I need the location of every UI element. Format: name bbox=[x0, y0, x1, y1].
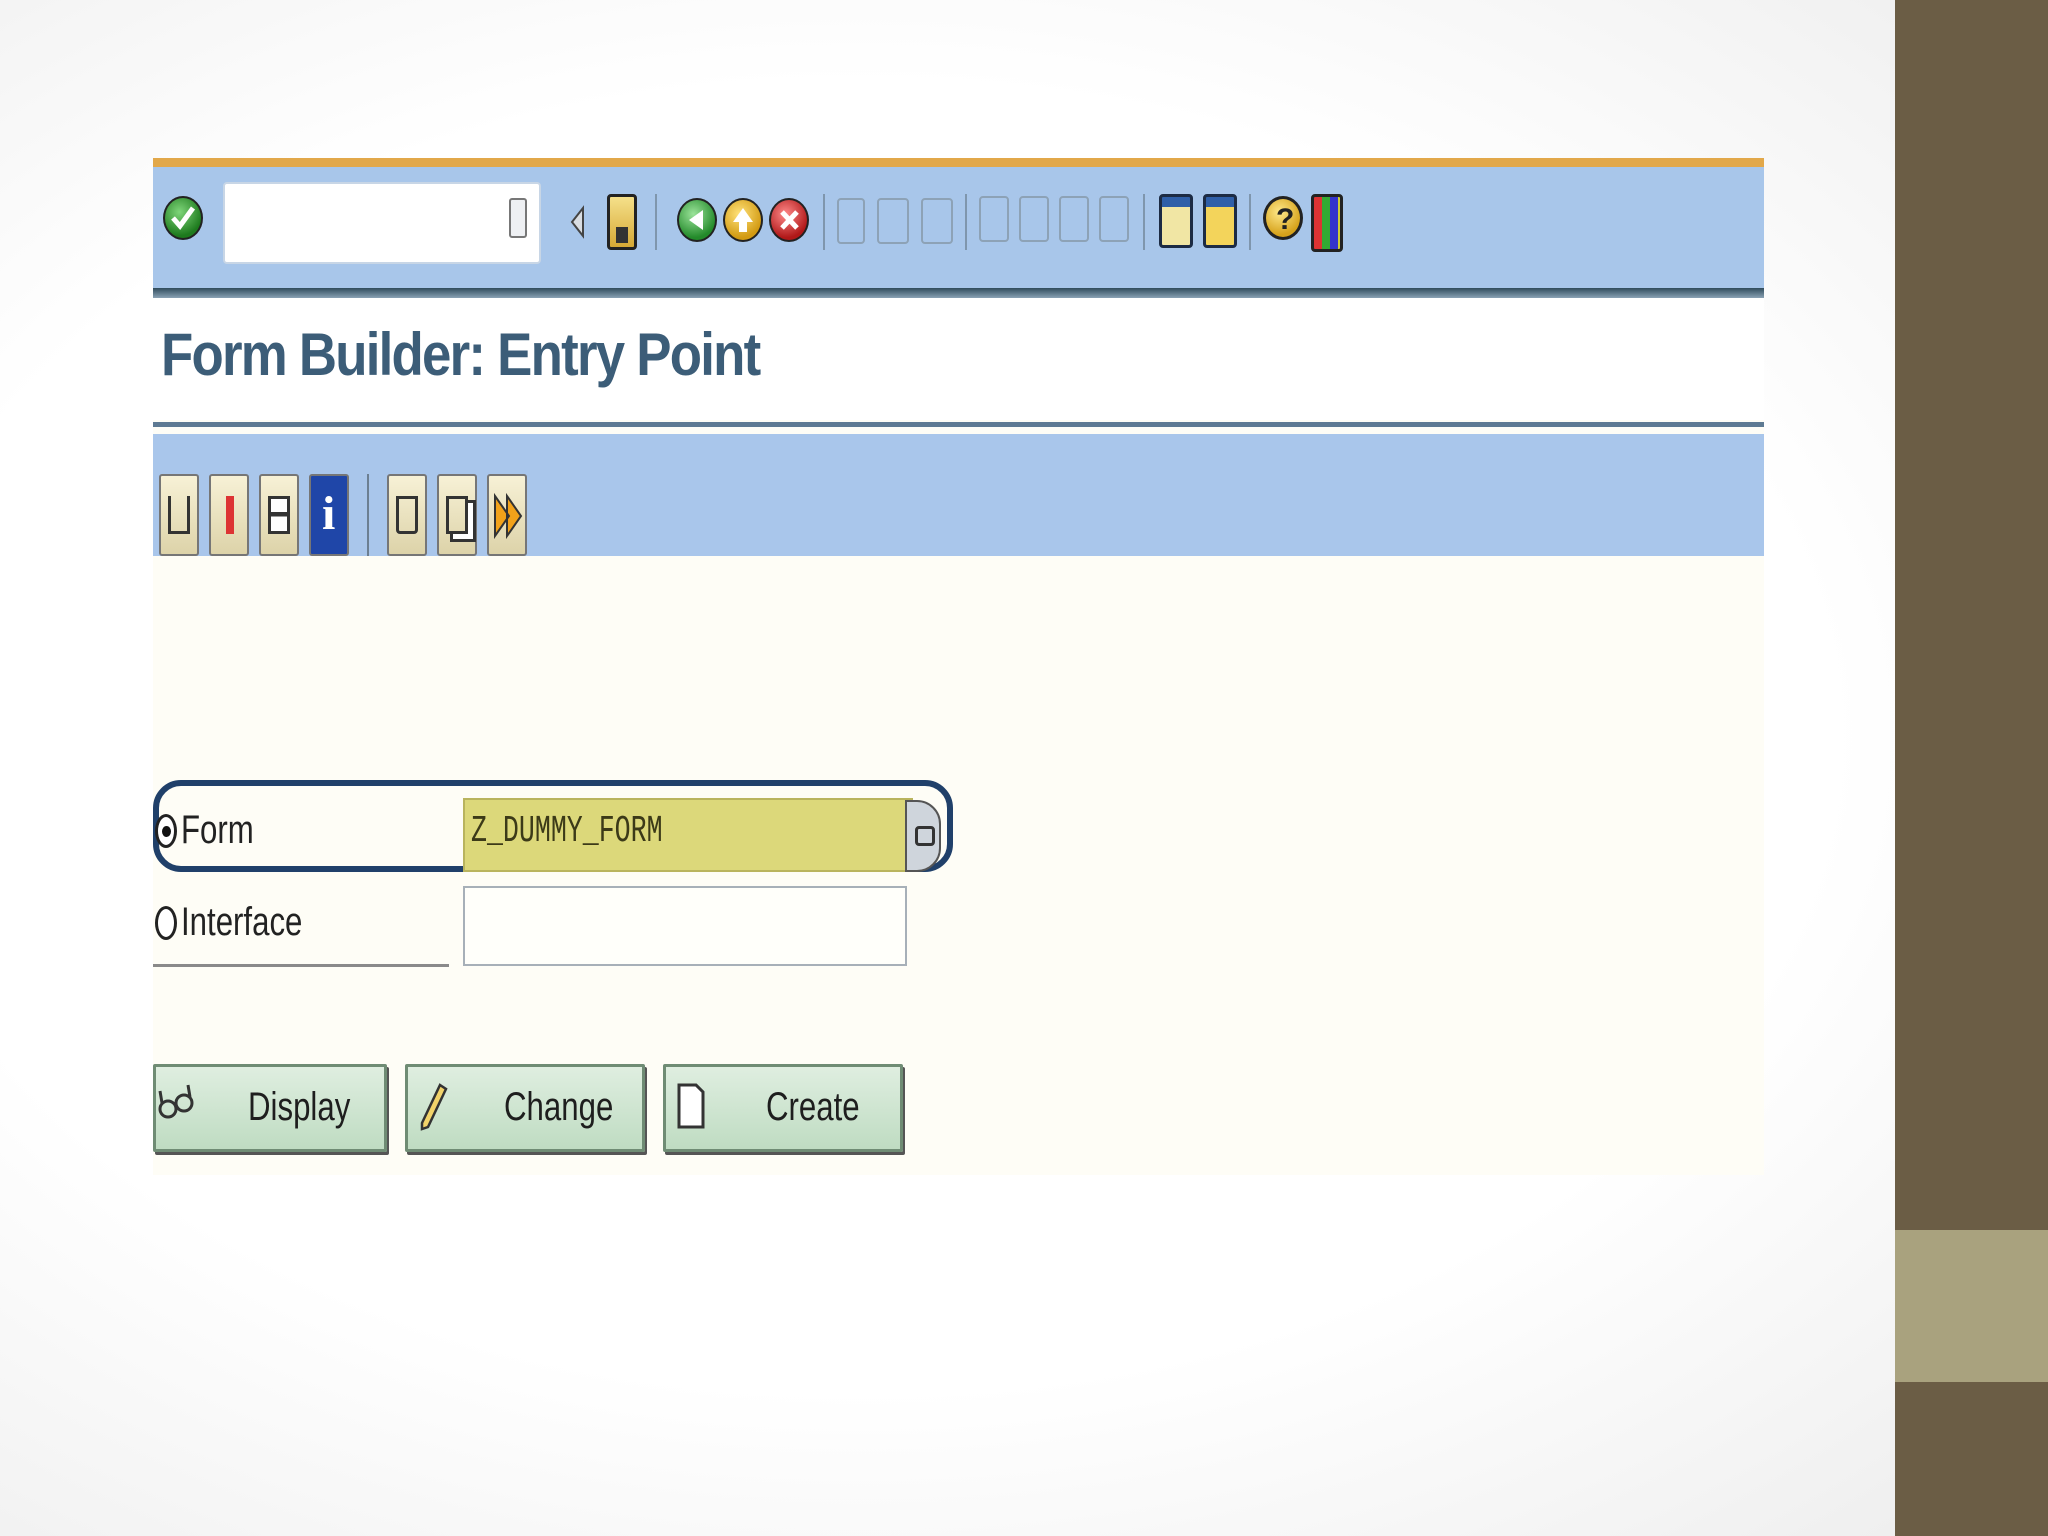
change-button[interactable]: Change bbox=[405, 1064, 645, 1152]
find-icon[interactable] bbox=[877, 198, 909, 244]
toolbar-separator bbox=[965, 194, 967, 250]
next-page-icon[interactable] bbox=[1059, 196, 1089, 242]
collapse-command-icon[interactable] bbox=[569, 204, 585, 240]
delete-icon[interactable] bbox=[387, 474, 427, 556]
back-icon[interactable] bbox=[677, 198, 717, 242]
change-button-label: Change bbox=[504, 1085, 614, 1129]
title-divider bbox=[153, 422, 1764, 427]
new-document-icon bbox=[676, 1081, 706, 1143]
pencil-icon bbox=[418, 1081, 448, 1143]
sap-window: ? Form Builder: Entry Point i Form Z_DUM… bbox=[153, 158, 1764, 1175]
create-button-label: Create bbox=[766, 1085, 860, 1129]
help-icon[interactable]: ? bbox=[1263, 196, 1303, 240]
value-help-button[interactable] bbox=[905, 800, 941, 872]
form-radio[interactable] bbox=[155, 814, 177, 848]
last-page-icon[interactable] bbox=[1099, 196, 1129, 242]
slide-side-accent bbox=[1895, 1230, 2048, 1382]
form-label: Form bbox=[181, 808, 254, 852]
test-icon[interactable] bbox=[259, 474, 299, 556]
toolbar-separator bbox=[823, 194, 825, 250]
cancel-icon[interactable] bbox=[769, 198, 809, 242]
customize-layout-icon[interactable] bbox=[1311, 194, 1343, 252]
pin-icon[interactable] bbox=[209, 474, 249, 556]
interface-radio[interactable] bbox=[155, 906, 177, 940]
application-toolbar: i bbox=[153, 434, 1764, 556]
find-next-icon[interactable] bbox=[921, 198, 953, 244]
toolbar-separator bbox=[367, 474, 369, 556]
shortcut-icon[interactable] bbox=[1203, 194, 1237, 248]
page-title: Form Builder: Entry Point bbox=[161, 321, 761, 388]
first-page-icon[interactable] bbox=[979, 196, 1009, 242]
toolbar-separator bbox=[1249, 194, 1251, 250]
create-session-icon[interactable] bbox=[1159, 194, 1193, 248]
enter-icon[interactable] bbox=[163, 196, 203, 240]
system-toolbar-border bbox=[153, 288, 1764, 298]
copy-icon[interactable] bbox=[437, 474, 477, 556]
hierarchy-icon[interactable] bbox=[159, 474, 199, 556]
exit-icon[interactable] bbox=[723, 198, 763, 242]
info-icon[interactable]: i bbox=[309, 474, 349, 556]
display-button-label: Display bbox=[248, 1085, 351, 1129]
glasses-icon bbox=[158, 1081, 194, 1135]
command-field[interactable] bbox=[223, 182, 541, 264]
create-button[interactable]: Create bbox=[663, 1064, 903, 1152]
transport-icon[interactable] bbox=[487, 474, 527, 556]
command-history-button[interactable] bbox=[509, 198, 527, 238]
display-button[interactable]: Display bbox=[153, 1064, 387, 1152]
form-name-value: Z_DUMMY_FORM bbox=[471, 810, 663, 853]
interface-underline bbox=[153, 964, 449, 967]
title-bar: Form Builder: Entry Point bbox=[153, 298, 1764, 420]
print-icon[interactable] bbox=[837, 198, 865, 244]
interface-name-input[interactable] bbox=[463, 886, 907, 966]
interface-label: Interface bbox=[181, 900, 303, 944]
previous-page-icon[interactable] bbox=[1019, 196, 1049, 242]
save-icon[interactable] bbox=[607, 194, 637, 250]
toolbar-separator bbox=[1143, 194, 1145, 250]
toolbar-separator bbox=[655, 194, 657, 250]
form-name-input[interactable]: Z_DUMMY_FORM bbox=[463, 798, 913, 872]
